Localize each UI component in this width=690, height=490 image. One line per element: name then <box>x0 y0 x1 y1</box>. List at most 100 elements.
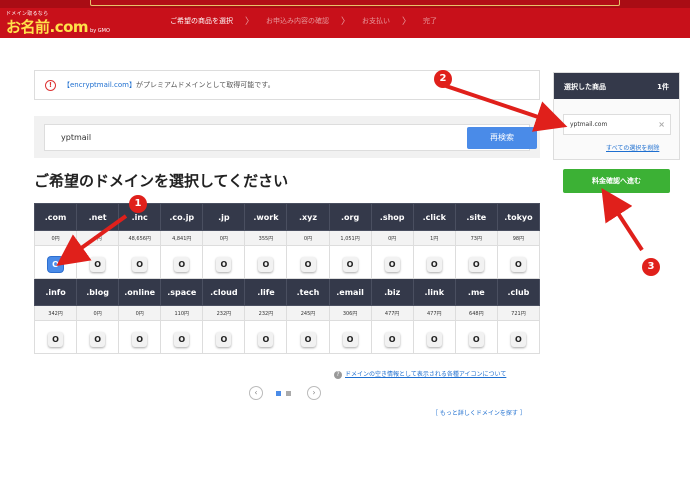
panel-header: 選択した商品 1件 <box>554 73 679 99</box>
page-dot[interactable] <box>286 391 291 396</box>
tld-price: 98円 <box>496 230 541 246</box>
select-row: OOOOOOOOOOOO <box>33 245 541 279</box>
selected-items-panel: 選択した商品 1件 yptmail.com × すべての選択を削除 <box>553 72 680 160</box>
logo-tagline: ドメイン取るなら <box>6 11 49 17</box>
tld-price: 0円 <box>33 230 78 246</box>
domain-select-button[interactable]: O <box>90 257 106 272</box>
tld-label: .blog <box>76 278 120 306</box>
remove-icon[interactable]: × <box>658 120 665 129</box>
research-button[interactable]: 再検索 <box>467 127 537 149</box>
icon-legend-link[interactable]: ? ドメインの空き情報として表示される各種アイコンについて <box>334 369 506 379</box>
select-cell: O <box>328 320 372 354</box>
domain-search-input[interactable]: yptmail 再検索 <box>44 124 537 151</box>
notice-message: がプレミアムドメインとして取得可能です。 <box>135 81 275 89</box>
domain-select-button[interactable]: O <box>342 257 358 272</box>
premium-notice: ! 【encryptmail.com】がプレミアムドメインとして取得可能です。 <box>34 70 540 100</box>
domain-select-button[interactable]: O <box>174 257 190 272</box>
select-cell: O <box>496 245 541 279</box>
domain-select-button[interactable]: O <box>258 257 274 272</box>
select-cell: O <box>118 320 162 354</box>
selected-item: yptmail.com × <box>563 114 671 135</box>
tld-label: .co.jp <box>160 203 204 231</box>
tld-price: 306円 <box>328 305 372 321</box>
tld-price: 1,051円 <box>328 230 372 246</box>
onamae-logo[interactable]: ドメイン取るなら お名前.com by GMO <box>6 10 110 36</box>
chevron-right-icon: 〉 <box>341 17 351 27</box>
domain-select-button[interactable]: O <box>300 332 316 347</box>
tld-price: 648円 <box>454 305 498 321</box>
header-banner-frame <box>90 0 620 6</box>
tld-price: 245円 <box>286 305 330 321</box>
tld-price: 355円 <box>244 230 288 246</box>
confirm-price-button[interactable]: 料金確認へ進む <box>563 169 670 193</box>
tld-price: 477円 <box>412 305 456 321</box>
next-page-button[interactable]: › <box>307 386 321 400</box>
pagination: ‹ › <box>249 386 321 400</box>
tld-price: 1円 <box>412 230 456 246</box>
tld-price: 232円 <box>244 305 288 321</box>
page-dot[interactable] <box>276 391 281 396</box>
domain-select-button[interactable]: O <box>48 257 64 272</box>
select-cell: O <box>286 245 330 279</box>
select-cell: O <box>160 320 204 354</box>
step-payment: お支払い <box>362 16 391 25</box>
domain-select-button[interactable]: O <box>342 332 358 347</box>
domain-select-button[interactable]: O <box>90 332 106 347</box>
domain-select-button[interactable]: O <box>216 257 232 272</box>
prev-page-button[interactable]: ‹ <box>249 386 263 400</box>
tld-price: 342円 <box>33 305 78 321</box>
domain-select-button[interactable]: O <box>384 332 400 347</box>
domain-select-button[interactable]: O <box>468 257 484 272</box>
select-row: OOOOOOOOOOOO <box>33 320 541 354</box>
clear-all-link[interactable]: すべての選択を削除 <box>606 143 659 152</box>
domain-select-button[interactable]: O <box>174 332 190 347</box>
domain-select-button[interactable]: O <box>468 332 484 347</box>
domain-select-button[interactable]: O <box>510 332 526 347</box>
domain-select-button[interactable]: O <box>216 332 232 347</box>
domain-table: .com .net .inc .co.jp .jp .work .xyz .org .shop.… <box>33 203 541 354</box>
select-cell: O <box>454 245 498 279</box>
select-cell: O <box>286 320 330 354</box>
select-cell: O <box>202 320 246 354</box>
tld-price: 0円 <box>202 230 246 246</box>
domain-select-button[interactable]: O <box>384 257 400 272</box>
domain-select-button[interactable]: O <box>426 332 442 347</box>
annotation-badge-1: 1 <box>129 195 147 213</box>
select-cell: O <box>412 245 456 279</box>
tld-price: 0円 <box>118 305 162 321</box>
domain-select-button[interactable]: O <box>426 257 442 272</box>
domain-select-button[interactable]: O <box>48 332 64 347</box>
domain-select-button[interactable]: O <box>258 332 274 347</box>
domain-select-button[interactable]: O <box>300 257 316 272</box>
select-cell: O <box>496 320 541 354</box>
chevron-right-icon: 〉 <box>402 17 412 27</box>
panel-title: 選択した商品 <box>564 83 606 91</box>
tld-price: 4,841円 <box>160 230 204 246</box>
tld-label: .club <box>496 278 541 306</box>
premium-domain-link[interactable]: 【encryptmail.com】 <box>63 81 136 89</box>
select-cell: O <box>328 245 372 279</box>
page-title: ご希望のドメインを選択してください <box>34 172 289 190</box>
search-bar: yptmail 再検索 <box>34 116 540 158</box>
search-value: yptmail <box>61 133 92 142</box>
tld-label: .work <box>244 203 288 231</box>
info-icon: ! <box>45 80 56 91</box>
annotation-badge-2: 2 <box>434 70 452 88</box>
tld-label: .jp <box>202 203 246 231</box>
domain-select-button[interactable]: O <box>132 257 148 272</box>
select-cell: O <box>412 320 456 354</box>
tld-price: 0円 <box>76 305 120 321</box>
tld-header-row: .com .net .inc .co.jp .jp .work .xyz .org .shop.… <box>33 203 541 231</box>
step-select-product: ご希望の商品を選択 <box>170 16 233 25</box>
domain-select-button[interactable]: O <box>510 257 526 272</box>
tld-price: 477円 <box>370 305 414 321</box>
tld-label: .xyz <box>286 203 330 231</box>
search-more-link[interactable]: ［ もっと詳しくドメインを探す ］ <box>432 408 526 417</box>
price-row: 0円 0円 48,656円 4,841円 0円 355円 0円 1,051円 0円 1円 73円 98… <box>33 230 541 246</box>
checkout-steps: ご希望の商品を選択 〉 お申込み内容の確認 〉 お支払い 〉 完了 <box>170 14 437 28</box>
tld-label: .site <box>454 203 498 231</box>
tld-header-row: .info .blog .online .space .cloud .life .tech.… <box>33 278 541 306</box>
domain-select-button[interactable]: O <box>132 332 148 347</box>
tld-label: .org <box>328 203 372 231</box>
tld-price: 110円 <box>160 305 204 321</box>
